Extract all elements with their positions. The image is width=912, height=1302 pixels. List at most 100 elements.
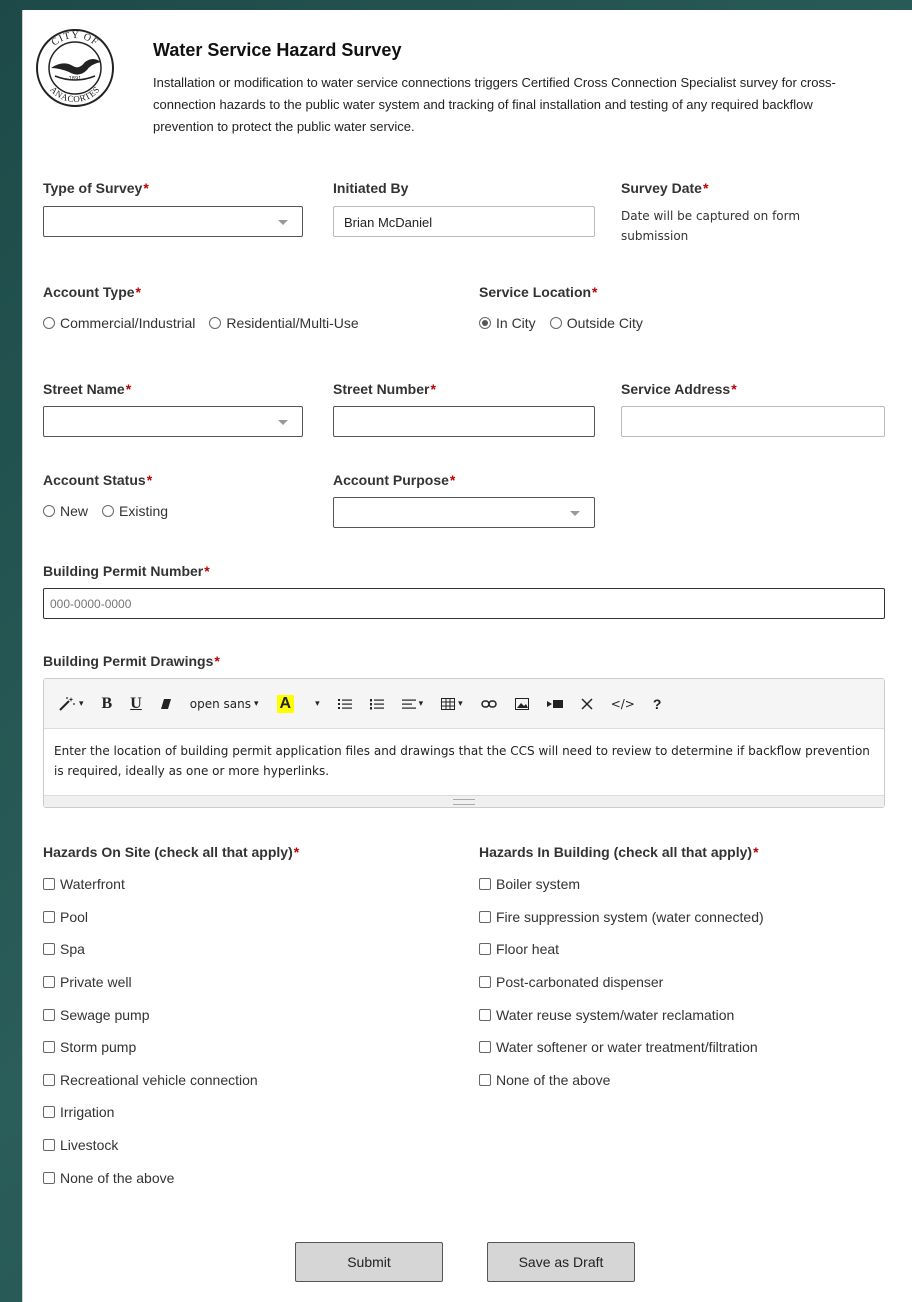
radio-existing[interactable]: Existing <box>102 503 168 519</box>
radio-circle-icon <box>43 505 55 517</box>
radio-circle-icon <box>549 317 562 329</box>
hazard-on-site-checkbox-label: Livestock <box>60 1137 119 1154</box>
checkbox-icon <box>43 943 55 956</box>
hazard-on-site-checkbox-item[interactable]: Pool <box>43 901 258 934</box>
hazard-in-building-checkbox-item[interactable]: Floor heat <box>479 933 764 966</box>
bold-icon[interactable]: B <box>102 695 113 713</box>
editor-resize-handle[interactable] <box>44 795 884 807</box>
text-color-icon[interactable]: A <box>276 694 295 713</box>
hazard-on-site-checkbox-label: Sewage pump <box>60 1006 150 1023</box>
checkbox-icon <box>479 1008 491 1021</box>
submit-button[interactable]: Submit <box>295 1242 443 1282</box>
hazard-on-site-checkbox-label: Spa <box>60 941 85 958</box>
hazard-on-site-checkbox-item[interactable]: Waterfront <box>43 868 258 901</box>
hazards-in-building-label: Hazards In Building (check all that appl… <box>479 844 759 860</box>
hazard-in-building-checkbox-item[interactable]: Fire suppression system (water connected… <box>479 901 764 934</box>
hazards-on-site-list: Waterfront Pool Spa Private well Sewage pump… <box>43 868 258 1194</box>
checkbox-icon <box>43 910 55 923</box>
caret-down-icon[interactable]: ▾ <box>312 698 320 709</box>
radio-circle-icon <box>43 317 55 329</box>
radio-circle-icon <box>209 317 222 329</box>
save-draft-button[interactable]: Save as Draft <box>487 1242 635 1282</box>
hazard-on-site-checkbox-item[interactable]: Livestock <box>43 1129 258 1162</box>
align-icon[interactable]: ▾ <box>401 698 423 710</box>
hazard-in-building-checkbox-label: Boiler system <box>496 876 581 893</box>
table-icon[interactable]: ▾ <box>441 697 463 710</box>
radio-new[interactable]: New <box>43 503 88 519</box>
hazards-in-building-list: Boiler system Fire suppression system (wa… <box>479 868 764 1096</box>
checkbox-icon <box>43 1008 55 1021</box>
hazard-on-site-checkbox-item[interactable]: Recreational vehicle connection <box>43 1064 258 1097</box>
hazard-in-building-checkbox-label: Water reuse system/water reclamation <box>496 1006 735 1023</box>
radio-commercial-industrial[interactable]: Commercial/Industrial <box>43 315 195 331</box>
hazard-in-building-checkbox-label: Water softener or water treatment/filtra… <box>496 1039 758 1056</box>
hazard-in-building-checkbox-item[interactable]: Boiler system <box>479 868 764 901</box>
hazard-on-site-checkbox-label: None of the above <box>60 1169 175 1186</box>
hazard-on-site-checkbox-label: Pool <box>60 908 89 925</box>
building-permit-number-label: Building Permit Number* <box>43 563 210 579</box>
service-address-label: Service Address* <box>621 381 737 397</box>
survey-form-page: 1891 CITY OF ANACORTES Water Service Haz… <box>22 10 912 1302</box>
hazard-in-building-checkbox-item[interactable]: Water reuse system/water reclamation <box>479 998 764 1031</box>
checkbox-icon <box>43 1171 55 1184</box>
initiated-by-input[interactable]: Brian McDaniel <box>333 206 595 237</box>
survey-date-note: Date will be captured on form submission <box>621 209 801 243</box>
checkbox-icon <box>43 1106 55 1119</box>
help-icon[interactable]: ? <box>653 696 662 712</box>
survey-date-label: Survey Date* <box>621 180 709 196</box>
radio-outside-city[interactable]: Outside City <box>549 315 643 331</box>
service-location-label: Service Location* <box>479 284 598 300</box>
ordered-list-icon[interactable] <box>369 698 384 710</box>
hazard-on-site-checkbox-label: Irrigation <box>60 1104 115 1121</box>
building-permit-number-input[interactable]: 000-0000-0000 <box>43 588 885 619</box>
fullscreen-icon[interactable] <box>581 697 593 710</box>
hazards-on-site-label: Hazards On Site (check all that apply)* <box>43 844 300 860</box>
radio-in-city[interactable]: In City <box>479 315 536 331</box>
type-of-survey-select[interactable] <box>43 206 303 237</box>
street-number-label: Street Number* <box>333 381 436 397</box>
font-family-dropdown[interactable]: open sans ▾ <box>190 697 259 711</box>
magic-wand-icon[interactable]: ▾ <box>58 696 84 712</box>
hazard-on-site-checkbox-item[interactable]: None of the above <box>43 1161 258 1194</box>
image-icon[interactable] <box>514 697 529 710</box>
street-number-input[interactable] <box>333 406 595 437</box>
hazard-in-building-checkbox-item[interactable]: Post-carbonated dispenser <box>479 966 764 999</box>
hazard-on-site-checkbox-label: Private well <box>60 974 132 991</box>
editor-content[interactable]: Enter the location of building permit ap… <box>44 729 884 795</box>
hazard-in-building-checkbox-item[interactable]: None of the above <box>479 1064 764 1097</box>
hazard-on-site-checkbox-label: Storm pump <box>60 1039 137 1056</box>
link-icon[interactable] <box>480 699 497 709</box>
hazard-on-site-checkbox-item[interactable]: Sewage pump <box>43 998 258 1031</box>
street-name-label: Street Name* <box>43 381 132 397</box>
hazard-in-building-checkbox-label: Post-carbonated dispenser <box>496 974 664 991</box>
video-icon[interactable] <box>546 699 563 709</box>
hazard-in-building-checkbox-item[interactable]: Water softener or water treatment/filtra… <box>479 1031 764 1064</box>
street-name-select[interactable] <box>43 406 303 437</box>
account-type-label: Account Type* <box>43 284 141 300</box>
hazard-in-building-checkbox-label: Floor heat <box>496 941 560 958</box>
checkbox-icon <box>479 1041 491 1054</box>
unordered-list-icon[interactable] <box>337 698 352 710</box>
hazard-on-site-checkbox-item[interactable]: Storm pump <box>43 1031 258 1064</box>
hazard-on-site-checkbox-item[interactable]: Private well <box>43 966 258 999</box>
account-status-radios: New Existing <box>43 503 168 519</box>
hazard-on-site-checkbox-item[interactable]: Irrigation <box>43 1096 258 1129</box>
service-location-radios: In City Outside City <box>479 315 643 331</box>
checkbox-icon <box>43 1139 55 1152</box>
checkbox-icon <box>479 1073 491 1086</box>
radio-selected-icon <box>479 317 491 329</box>
service-address-input[interactable] <box>621 406 885 437</box>
chevron-down-icon <box>278 220 288 225</box>
radio-residential-multi-use[interactable]: Residential/Multi-Use <box>209 315 359 331</box>
hazard-in-building-checkbox-label: Fire suppression system (water connected… <box>496 908 764 925</box>
building-permit-drawings-label: Building Permit Drawings* <box>43 653 220 669</box>
account-purpose-select[interactable] <box>333 497 595 528</box>
account-status-label: Account Status* <box>43 472 153 488</box>
hazard-on-site-checkbox-item[interactable]: Spa <box>43 933 258 966</box>
eraser-icon[interactable] <box>160 698 172 710</box>
underline-icon[interactable]: U <box>130 695 142 713</box>
checkbox-icon <box>479 976 491 989</box>
rich-text-editor: ▾ B U open sans ▾ A ▾ ▾ ▾ </> ? Enter th… <box>43 678 885 808</box>
chevron-down-icon <box>570 511 580 516</box>
code-view-icon[interactable]: </> <box>611 697 635 711</box>
